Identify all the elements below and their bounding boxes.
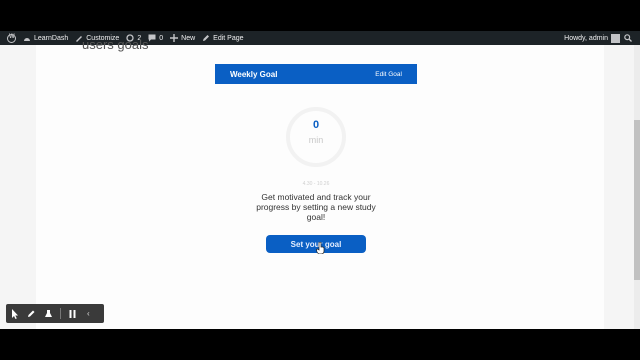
edit-page-label: Edit Page xyxy=(213,34,244,42)
comments-link[interactable]: 0 xyxy=(148,34,163,42)
site-name-label: LearnDash xyxy=(34,34,69,42)
browser-viewport: LearnDash Customize 2 0 New Edit Page Ho… xyxy=(0,31,640,329)
page-content: users goals Weekly Goal Edit Goal 0 min … xyxy=(36,37,604,329)
avatar xyxy=(611,33,620,43)
edit-page-link[interactable]: Edit Page xyxy=(202,34,244,42)
goal-message: Get motivated and track your progress by… xyxy=(256,192,376,222)
eraser-tool-button[interactable] xyxy=(40,304,57,323)
pen-tool-button[interactable] xyxy=(23,304,40,323)
pause-icon xyxy=(69,309,76,318)
pointer-tool-button[interactable] xyxy=(6,304,23,323)
eraser-icon xyxy=(45,310,52,317)
search-icon[interactable] xyxy=(624,34,632,42)
goal-unit: min xyxy=(308,135,324,145)
comment-icon xyxy=(148,34,156,42)
site-name-link[interactable]: LearnDash xyxy=(23,35,68,42)
recording-toolbar: ‹ xyxy=(6,304,104,323)
goal-date-range: 4.30 - 10.26 xyxy=(302,181,330,187)
new-label: New xyxy=(181,34,196,42)
page-title: users goals xyxy=(82,37,149,52)
plus-icon xyxy=(170,34,179,42)
toolbar-divider xyxy=(60,308,61,319)
pencil-icon xyxy=(203,35,210,41)
page-scrollbar[interactable] xyxy=(634,45,640,329)
goal-value: 0 xyxy=(312,119,320,131)
arrow-cursor-icon xyxy=(11,308,18,319)
wp-logo-menu[interactable] xyxy=(7,33,16,43)
account-menu[interactable]: Howdy, admin xyxy=(564,33,620,43)
collapse-toolbar-icon[interactable]: ‹ xyxy=(87,309,90,318)
wordpress-logo-icon xyxy=(7,33,16,43)
pen-icon xyxy=(28,310,35,317)
scrollbar-thumb[interactable] xyxy=(634,120,640,280)
hand-cursor-icon xyxy=(316,242,325,254)
goal-title: Weekly Goal xyxy=(230,69,278,79)
pause-button[interactable] xyxy=(64,304,81,323)
greeting-label: Howdy, admin xyxy=(564,34,608,42)
dashboard-icon xyxy=(24,37,30,41)
edit-goal-link[interactable]: Edit Goal xyxy=(375,71,402,78)
new-content-link[interactable]: New xyxy=(170,34,195,42)
comments-count: 0 xyxy=(159,34,164,42)
weekly-goal-header: Weekly Goal Edit Goal xyxy=(215,64,417,84)
